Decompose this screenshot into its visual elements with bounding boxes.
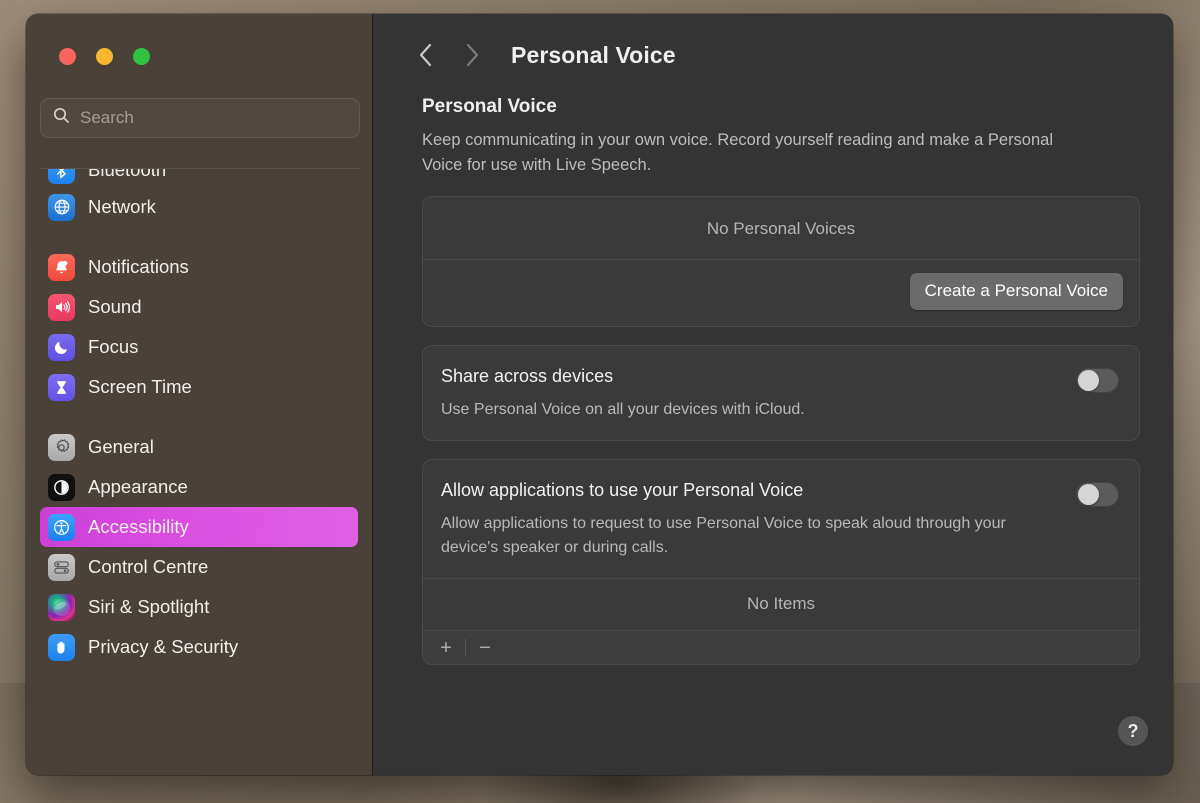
sidebar-group-preferences: General Appearance Accessibility Control… bbox=[40, 427, 358, 667]
sidebar-item-label: Control Centre bbox=[88, 555, 209, 577]
sidebar-item-label: Accessibility bbox=[88, 515, 189, 537]
sidebar-item-notifications[interactable]: Notifications bbox=[40, 247, 358, 287]
window-controls bbox=[59, 48, 150, 65]
accessibility-icon bbox=[48, 513, 75, 541]
sidebar-item-bluetooth[interactable]: Bluetooth bbox=[40, 169, 358, 187]
sidebar-item-network[interactable]: Network bbox=[40, 187, 358, 227]
remove-item-button[interactable]: − bbox=[472, 635, 498, 661]
sound-icon bbox=[48, 293, 75, 321]
share-across-devices-row: Share across devices Use Personal Voice … bbox=[423, 346, 1139, 440]
forward-button[interactable] bbox=[449, 33, 495, 77]
allow-applications-toggle[interactable] bbox=[1076, 482, 1119, 508]
content-pane: Personal Voice Personal Voice Keep commu… bbox=[373, 14, 1173, 775]
share-row-text: Share across devices Use Personal Voice … bbox=[441, 366, 1056, 422]
list-toolbar: + − bbox=[423, 630, 1139, 665]
sidebar-item-label: Network bbox=[88, 195, 156, 217]
content-toolbar: Personal Voice bbox=[373, 14, 1173, 96]
page-title: Personal Voice bbox=[511, 41, 676, 68]
search-container: Search bbox=[40, 98, 360, 138]
personal-voices-card: No Personal Voices Create a Personal Voi… bbox=[422, 196, 1140, 328]
create-personal-voice-button[interactable]: Create a Personal Voice bbox=[909, 273, 1123, 311]
system-settings-window: Search Bluetooth Network Notifications S… bbox=[26, 14, 1173, 775]
share-row-title: Share across devices bbox=[441, 366, 614, 387]
sidebar-item-control-centre[interactable]: Control Centre bbox=[40, 547, 358, 587]
add-item-button[interactable]: + bbox=[433, 635, 459, 661]
bluetooth-icon bbox=[48, 169, 75, 184]
network-icon bbox=[48, 193, 75, 221]
sidebar-group-system: Notifications Sound Focus Screen Time bbox=[40, 247, 358, 407]
sidebar-item-general[interactable]: General bbox=[40, 427, 358, 467]
sidebar-item-appearance[interactable]: Appearance bbox=[40, 467, 358, 507]
share-across-devices-card: Share across devices Use Personal Voice … bbox=[422, 345, 1140, 442]
sidebar-item-label: Appearance bbox=[88, 475, 188, 497]
toolbar-separator bbox=[465, 639, 466, 657]
minimize-button[interactable] bbox=[96, 48, 113, 65]
sidebar-item-label: Siri & Spotlight bbox=[88, 595, 210, 617]
allow-applications-row: Allow applications to use your Personal … bbox=[423, 460, 1139, 578]
allow-row-text: Allow applications to use your Personal … bbox=[441, 480, 1056, 560]
no-items-text: No Items bbox=[746, 594, 816, 614]
sidebar-item-label: General bbox=[88, 435, 154, 457]
privacy-hand-icon bbox=[48, 633, 75, 661]
section-heading: Personal Voice bbox=[422, 96, 557, 117]
help-button[interactable]: ? bbox=[1118, 716, 1148, 746]
notifications-icon bbox=[48, 253, 75, 281]
search-input[interactable]: Search bbox=[40, 98, 360, 138]
sidebar-item-privacy-security[interactable]: Privacy & Security bbox=[40, 627, 358, 667]
sidebar-item-siri-spotlight[interactable]: Siri & Spotlight bbox=[40, 587, 358, 627]
toggle-knob bbox=[1078, 484, 1099, 506]
sidebar-item-label: Bluetooth bbox=[88, 169, 167, 180]
content-body: Personal Voice Keep communicating in you… bbox=[373, 96, 1173, 666]
close-button[interactable] bbox=[59, 48, 76, 65]
search-placeholder: Search bbox=[80, 108, 134, 127]
sidebar-item-bluetooth-clip: Bluetooth bbox=[40, 169, 358, 187]
sidebar-item-label: Sound bbox=[88, 295, 142, 317]
sidebar-item-sound[interactable]: Sound bbox=[40, 287, 358, 327]
control-centre-icon bbox=[48, 553, 75, 581]
sidebar: Search Bluetooth Network Notifications S… bbox=[26, 14, 373, 775]
sidebar-item-label: Focus bbox=[88, 335, 139, 357]
sidebar-group-connectivity: Bluetooth Network bbox=[40, 169, 358, 227]
toggle-knob bbox=[1078, 370, 1099, 392]
gear-icon bbox=[48, 433, 75, 461]
sidebar-item-label: Privacy & Security bbox=[88, 635, 239, 657]
sidebar-item-label: Screen Time bbox=[88, 375, 192, 397]
zoom-button[interactable] bbox=[133, 48, 150, 65]
screen-time-icon bbox=[48, 373, 75, 401]
allow-row-title: Allow applications to use your Personal … bbox=[441, 480, 804, 501]
no-personal-voices-text: No Personal Voices bbox=[706, 219, 856, 239]
section-description: Keep communicating in your own voice. Re… bbox=[422, 131, 1054, 175]
search-icon bbox=[53, 107, 70, 129]
allow-row-subtitle: Allow applications to request to use Per… bbox=[441, 515, 1006, 557]
share-across-devices-toggle[interactable] bbox=[1076, 368, 1119, 394]
allow-applications-card: Allow applications to use your Personal … bbox=[422, 459, 1140, 666]
sidebar-item-label: Notifications bbox=[88, 255, 189, 277]
sidebar-item-screen-time[interactable]: Screen Time bbox=[40, 367, 358, 407]
back-button[interactable] bbox=[403, 33, 449, 77]
sidebar-nav[interactable]: Bluetooth Network Notifications Sound Fo… bbox=[26, 169, 372, 775]
share-row-subtitle: Use Personal Voice on all your devices w… bbox=[441, 401, 805, 419]
appearance-icon bbox=[48, 473, 75, 501]
siri-icon bbox=[48, 593, 75, 621]
focus-moon-icon bbox=[48, 333, 75, 361]
sidebar-item-focus[interactable]: Focus bbox=[40, 327, 358, 367]
create-voice-row: Create a Personal Voice bbox=[423, 260, 1139, 326]
sidebar-item-accessibility[interactable]: Accessibility bbox=[40, 507, 358, 547]
